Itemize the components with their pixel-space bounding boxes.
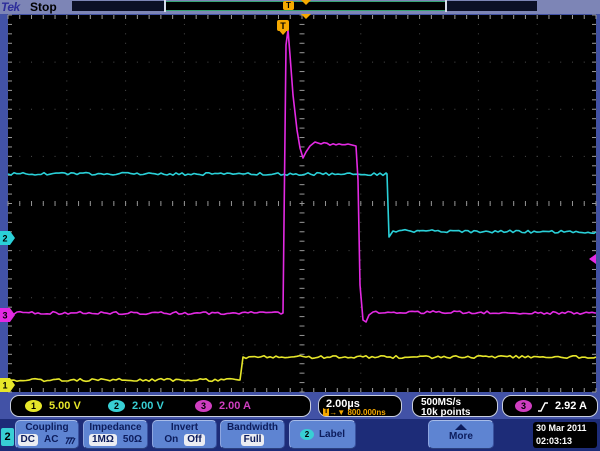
- ch1-scale: 5.00 V: [49, 400, 81, 412]
- record-expansion-icon: [301, 0, 311, 5]
- trigger-source-badge: 3: [515, 400, 532, 412]
- bandwidth-button[interactable]: Bandwidth Full: [220, 420, 285, 449]
- rising-edge-slope-icon: [538, 402, 548, 412]
- label-channel-badge: 2: [299, 429, 314, 440]
- impedance-1mohm-option[interactable]: 1MΩ: [88, 434, 117, 446]
- trigger-level-value: 2.92 A: [555, 400, 588, 412]
- ch3-badge: 3: [195, 400, 212, 412]
- delay-value: 800.000ns: [347, 408, 386, 417]
- impedance-button[interactable]: Impedance 1MΩ 50Ω: [83, 420, 148, 449]
- horizontal-readout-box: 2.00µs T→▼ 800.000ns: [318, 395, 402, 417]
- waveform-display: 2 3 1 T: [0, 14, 597, 393]
- ch2-readout: 2 2.00 V: [108, 400, 164, 412]
- label-text: Label: [318, 429, 346, 440]
- svg-text:3: 3: [2, 311, 7, 321]
- time-value: 02:03:13: [536, 436, 573, 446]
- impedance-title: Impedance: [89, 422, 142, 433]
- date-value: 30 Mar 2011: [536, 423, 587, 433]
- coupling-dc-option[interactable]: DC: [17, 434, 38, 446]
- coupling-title: Coupling: [25, 422, 69, 433]
- more-button[interactable]: More: [428, 420, 494, 449]
- record-window-right-bracket: [445, 0, 447, 12]
- impedance-50ohm-option[interactable]: 50Ω: [123, 434, 142, 446]
- oscilloscope-screen: Tek Stop T 2 3 1 T 1 5.00 V 2 2.00 V 3 2.00…: [0, 0, 600, 451]
- trigger-source: 3: [515, 400, 532, 412]
- tek-logo: Tek: [1, 0, 20, 14]
- acquisition-status: Stop: [30, 0, 57, 14]
- active-channel-indicator: 2: [1, 428, 14, 446]
- record-window-left-bracket: [164, 0, 166, 12]
- invert-button[interactable]: Invert On Off: [152, 420, 217, 449]
- datetime-display: 30 Mar 2011 02:03:13: [533, 422, 597, 448]
- coupling-button[interactable]: Coupling DC AC: [15, 420, 79, 449]
- ch1-readout: 1 5.00 V: [25, 400, 81, 412]
- ch3-scale: 2.00 A: [219, 400, 252, 412]
- trigger-delay-readout: T→▼ 800.000ns: [323, 408, 386, 417]
- ch3-readout: 3 2.00 A: [195, 400, 251, 412]
- ch2-badge: 2: [108, 400, 125, 412]
- acquisition-readout-box: 500MS/s 10k points: [412, 395, 498, 418]
- channel-readout-box: 1 5.00 V 2 2.00 V 3 2.00 A: [10, 395, 311, 417]
- top-status-bar: Tek Stop T: [0, 0, 600, 14]
- coupling-ac-option[interactable]: AC: [44, 434, 58, 446]
- record-length: 10k points: [421, 407, 471, 418]
- more-up-arrow-icon: [455, 424, 467, 430]
- svg-text:1: 1: [2, 381, 7, 391]
- bandwidth-title: Bandwidth: [226, 422, 279, 433]
- ch2-scale: 2.00 V: [132, 400, 164, 412]
- invert-title: Invert: [170, 422, 199, 433]
- invert-off-option[interactable]: Off: [184, 434, 205, 446]
- delay-arrows-icon: →▼: [329, 408, 346, 417]
- more-label: More: [449, 431, 473, 442]
- invert-on-option[interactable]: On: [164, 434, 178, 446]
- svg-text:T: T: [280, 21, 286, 31]
- ch1-badge: 1: [25, 400, 42, 412]
- svg-text:2: 2: [2, 234, 7, 244]
- bandwidth-full-option[interactable]: Full: [240, 434, 265, 446]
- label-button[interactable]: 2 Label: [289, 420, 356, 449]
- trigger-readout-box: 3 2.92 A: [502, 395, 598, 417]
- ground-icon: [65, 436, 76, 444]
- record-trigger-flag[interactable]: T: [283, 1, 294, 10]
